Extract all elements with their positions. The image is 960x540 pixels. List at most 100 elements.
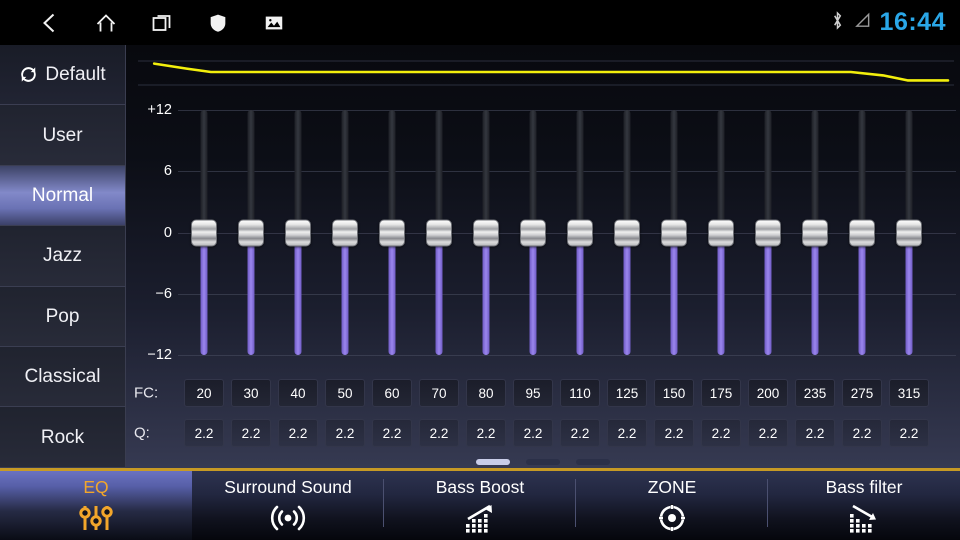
tab-bass-boost[interactable]: Bass Boost: [384, 471, 576, 540]
slider-thumb[interactable]: [426, 219, 452, 246]
eq-band-slider[interactable]: [332, 100, 358, 365]
bass-boost-up-icon: [463, 502, 497, 534]
page-dot[interactable]: [576, 459, 610, 465]
fc-value-cell[interactable]: 125: [607, 379, 647, 407]
home-icon[interactable]: [78, 0, 134, 45]
slider-thumb[interactable]: [332, 219, 358, 246]
slider-track-lower: [905, 232, 913, 355]
fc-value-cell[interactable]: 60: [372, 379, 412, 407]
eq-band-slider[interactable]: [661, 100, 687, 365]
sidebar-item-rock[interactable]: Rock: [0, 407, 125, 468]
tab-surround-sound[interactable]: Surround Sound: [192, 471, 384, 540]
slider-thumb[interactable]: [802, 219, 828, 246]
fc-value-cell[interactable]: 70: [419, 379, 459, 407]
q-value-cell[interactable]: 2.2: [466, 419, 506, 447]
q-value-cell[interactable]: 2.2: [513, 419, 553, 447]
eq-band-slider[interactable]: [426, 100, 452, 365]
fc-value-cell[interactable]: 30: [231, 379, 271, 407]
slider-thumb[interactable]: [379, 219, 405, 246]
eq-band-slider[interactable]: [285, 100, 311, 365]
fc-value-cell[interactable]: 50: [325, 379, 365, 407]
fc-value-cell[interactable]: 275: [842, 379, 882, 407]
slider-thumb[interactable]: [755, 219, 781, 246]
sidebar-item-user[interactable]: User: [0, 105, 125, 166]
tab-label: Bass filter: [825, 477, 903, 497]
sidebar-item-pop[interactable]: Pop: [0, 286, 125, 347]
q-value-cell[interactable]: 2.2: [184, 419, 224, 447]
slider-thumb[interactable]: [614, 219, 640, 246]
status-bar: 16:44: [0, 0, 960, 45]
slider-track-upper: [858, 110, 866, 233]
slider-track-lower: [576, 232, 584, 355]
q-value-cell[interactable]: 2.2: [231, 419, 271, 447]
q-value-cell[interactable]: 2.2: [748, 419, 788, 447]
sidebar-item-default[interactable]: Default: [0, 45, 125, 106]
q-value-cell[interactable]: 2.2: [842, 419, 882, 447]
q-value-cell[interactable]: 2.2: [372, 419, 412, 447]
q-value-cell[interactable]: 2.2: [607, 419, 647, 447]
eq-band-slider[interactable]: [191, 100, 217, 365]
slider-thumb[interactable]: [849, 219, 875, 246]
fc-value-cell[interactable]: 80: [466, 379, 506, 407]
fc-value-cell[interactable]: 235: [795, 379, 835, 407]
eq-band-slider[interactable]: [473, 100, 499, 365]
tab-zone[interactable]: ZONE: [576, 471, 768, 540]
eq-response-curve: [126, 45, 960, 100]
fc-value-cell[interactable]: 110: [560, 379, 600, 407]
eq-band-slider[interactable]: [849, 100, 875, 365]
eq-band-slider[interactable]: [755, 100, 781, 365]
fc-value-cell[interactable]: 20: [184, 379, 224, 407]
q-value-cell[interactable]: 2.2: [654, 419, 694, 447]
fc-value-cell[interactable]: 175: [701, 379, 741, 407]
slider-track-upper: [341, 110, 349, 233]
fc-value-cell[interactable]: 315: [889, 379, 929, 407]
eq-band-slider[interactable]: [238, 100, 264, 365]
slider-thumb[interactable]: [520, 219, 546, 246]
recents-icon[interactable]: [134, 0, 190, 45]
slider-track-upper: [482, 110, 490, 233]
sidebar-item-normal[interactable]: Normal: [0, 165, 125, 227]
eq-band-slider[interactable]: [614, 100, 640, 365]
slider-thumb[interactable]: [896, 219, 922, 246]
sidebar-item-classical[interactable]: Classical: [0, 346, 125, 408]
slider-thumb[interactable]: [285, 219, 311, 246]
eq-band-slider[interactable]: [708, 100, 734, 365]
sidebar-item-jazz[interactable]: Jazz: [0, 226, 125, 287]
q-value-cell[interactable]: 2.2: [325, 419, 365, 447]
slider-thumb[interactable]: [473, 219, 499, 246]
fc-value-cell[interactable]: 40: [278, 379, 318, 407]
back-icon[interactable]: [22, 0, 78, 45]
q-value-cell[interactable]: 2.2: [278, 419, 318, 447]
slider-track-upper: [623, 110, 631, 233]
slider-track-lower: [200, 232, 208, 355]
q-value-cell[interactable]: 2.2: [795, 419, 835, 447]
eq-band-slider[interactable]: [567, 100, 593, 365]
tab-label: Bass Boost: [435, 477, 525, 497]
q-value-cell[interactable]: 2.2: [419, 419, 459, 447]
tab-bass-filter[interactable]: Bass filter: [768, 471, 960, 540]
page-dot[interactable]: [476, 459, 510, 465]
q-value-cell[interactable]: 2.2: [701, 419, 741, 447]
slider-thumb[interactable]: [191, 219, 217, 246]
page-dot[interactable]: [526, 459, 560, 465]
tab-label: EQ: [83, 477, 109, 497]
fc-value-cell[interactable]: 150: [654, 379, 694, 407]
fc-value-cell[interactable]: 95: [513, 379, 553, 407]
page-indicator[interactable]: [126, 457, 960, 467]
slider-thumb[interactable]: [238, 219, 264, 246]
slider-thumb[interactable]: [567, 219, 593, 246]
fc-value-cell[interactable]: 200: [748, 379, 788, 407]
tab-eq[interactable]: EQ: [0, 471, 192, 540]
zone-target-icon: [656, 502, 688, 534]
tab-label: Surround Sound: [224, 477, 352, 497]
eq-band-slider[interactable]: [802, 100, 828, 365]
q-value-cell[interactable]: 2.2: [889, 419, 929, 447]
q-value-cell[interactable]: 2.2: [560, 419, 600, 447]
eq-band-slider[interactable]: [896, 100, 922, 365]
shield-icon[interactable]: [190, 0, 246, 45]
eq-band-slider[interactable]: [379, 100, 405, 365]
gallery-icon[interactable]: [246, 0, 302, 45]
slider-thumb[interactable]: [661, 219, 687, 246]
slider-thumb[interactable]: [708, 219, 734, 246]
eq-band-slider[interactable]: [520, 100, 546, 365]
